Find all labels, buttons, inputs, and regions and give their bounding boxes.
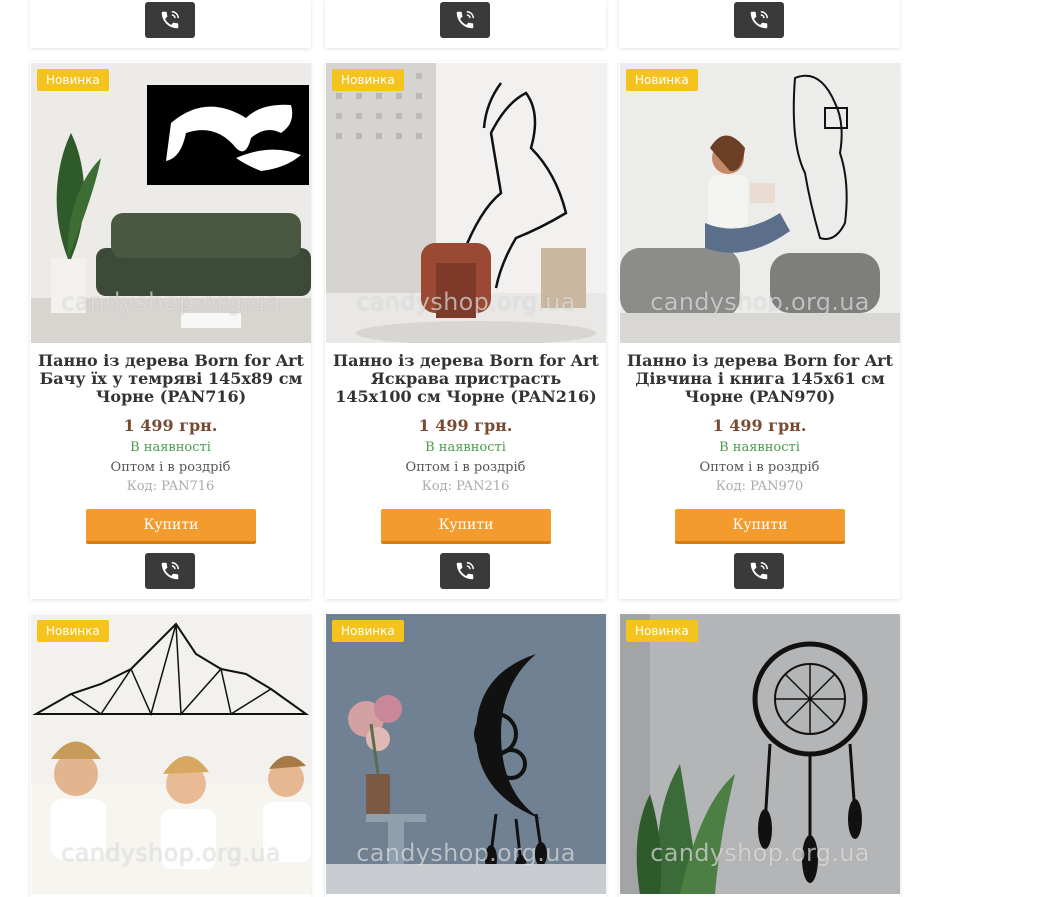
product-image[interactable]: Новинка candyshop.org.ua [620,63,900,343]
product-card: Новинка candyshop.org.ua Панно із дерева… [619,62,900,599]
product-title[interactable]: Панно із дерева Born for Art Дівчина і к… [625,352,895,406]
phone-icon [750,11,768,29]
stock-status: В наявності [130,440,211,455]
watermark: candyshop.org.ua [650,839,870,867]
buy-button[interactable]: Купити [675,509,845,544]
new-badge: Новинка [37,620,109,642]
wholesale-note: Оптом і в роздріб [405,460,526,475]
watermark: candyshop.org.ua [356,288,576,316]
watermark: candyshop.org.ua [61,839,281,867]
new-badge: Новинка [332,69,404,91]
watermark: candyshop.org.ua [61,288,281,316]
product-price: 1 499 грн. [123,416,218,435]
product-card-top-1 [30,0,311,48]
product-card: Новинка candyshop.org.ua [619,613,900,897]
product-image[interactable]: Новинка candyshop.org.ua [620,614,900,894]
call-button[interactable] [734,2,784,38]
wholesale-note: Оптом і в роздріб [110,460,231,475]
product-code: Код: PAN216 [421,479,510,494]
product-card-top-2 [325,0,606,48]
product-title[interactable]: Панно із дерева Born for Art Бачу їх у т… [36,352,306,406]
buy-button[interactable]: Купити [86,509,256,544]
call-button[interactable] [734,553,784,589]
stock-status: В наявності [719,440,800,455]
phone-icon [750,562,768,580]
new-badge: Новинка [626,69,698,91]
product-code: Код: PAN716 [126,479,215,494]
product-image[interactable]: Новинка candyshop.org.ua [31,614,311,894]
buy-button[interactable]: Купити [381,509,551,544]
wholesale-note: Оптом і в роздріб [699,460,820,475]
watermark: candyshop.org.ua [356,839,576,867]
watermark: candyshop.org.ua [650,288,870,316]
product-card: Новинка candyshop.org.ua [30,613,311,897]
product-code: Код: PAN970 [715,479,804,494]
stock-status: В наявності [425,440,506,455]
phone-icon [161,11,179,29]
product-title[interactable]: Панно із дерева Born for Art Яскрава при… [331,352,601,406]
phone-icon [456,562,474,580]
call-button[interactable] [440,2,490,38]
product-card: Новинка candyshop.org.ua Панно із дерева… [325,62,606,599]
call-button[interactable] [145,2,195,38]
new-badge: Новинка [37,69,109,91]
product-price: 1 499 грн. [418,416,513,435]
product-card-top-3 [619,0,900,48]
phone-icon [456,11,474,29]
product-price: 1 499 грн. [712,416,807,435]
product-card: Новинка candyshop.org.ua Панно із дерева… [30,62,311,599]
call-button[interactable] [440,553,490,589]
product-image[interactable]: Новинка candyshop.org.ua [326,63,606,343]
call-button[interactable] [145,553,195,589]
product-image[interactable]: Новинка candyshop.org.ua [31,63,311,343]
phone-icon [161,562,179,580]
new-badge: Новинка [626,620,698,642]
product-card: Новинка candyshop.org.ua [325,613,606,897]
new-badge: Новинка [332,620,404,642]
product-image[interactable]: Новинка candyshop.org.ua [326,614,606,894]
